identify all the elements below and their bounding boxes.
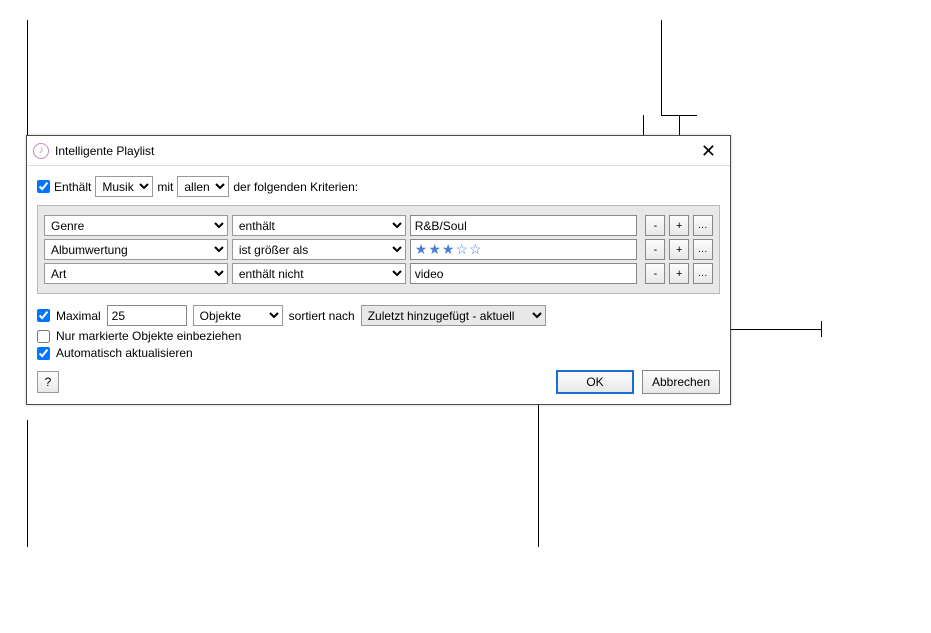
star-icon: ★: [428, 241, 441, 258]
remove-rule-button[interactable]: -: [645, 239, 665, 260]
live-update-row: Automatisch aktualisieren: [37, 346, 720, 360]
rule-operator-select[interactable]: enthält nicht: [232, 263, 406, 284]
media-type-select[interactable]: Musik: [95, 176, 153, 197]
match-joiner: mit: [157, 180, 173, 194]
cancel-button[interactable]: Abbrechen: [642, 370, 720, 394]
callout-line: [821, 321, 822, 337]
close-button[interactable]: ✕: [695, 140, 722, 162]
limit-row: Maximal Objekte sortiert nach Zuletzt hi…: [37, 305, 720, 326]
only-checked-checkbox[interactable]: [37, 330, 50, 343]
rule-field-select[interactable]: Genre: [44, 215, 228, 236]
star-icon: ★: [415, 241, 428, 258]
only-checked-row: Nur markierte Objekte einbeziehen: [37, 329, 720, 343]
rule-rating-input[interactable]: ★ ★ ★ ☆ ☆: [410, 239, 638, 260]
live-update-label: Automatisch aktualisieren: [56, 346, 193, 360]
rules-container: Genre enthält - + … Albumwertung: [37, 205, 720, 294]
match-checkbox[interactable]: [37, 180, 50, 193]
rule-more-button[interactable]: …: [693, 215, 713, 236]
remove-rule-button[interactable]: -: [645, 215, 665, 236]
limit-checkbox[interactable]: [37, 309, 50, 322]
app-icon: ♪: [33, 143, 49, 159]
rule-row: Albumwertung ist größer als ★ ★ ★ ☆ ☆ - …: [44, 239, 713, 260]
sort-by-select[interactable]: Zuletzt hinzugefügt - aktuell: [361, 305, 546, 326]
rule-more-button[interactable]: …: [693, 263, 713, 284]
rule-field-select[interactable]: Art: [44, 263, 228, 284]
rule-row: Art enthält nicht - + …: [44, 263, 713, 284]
rule-field-select[interactable]: Albumwertung: [44, 239, 228, 260]
rule-operator-select[interactable]: ist größer als: [232, 239, 406, 260]
dialog-buttons: ? OK Abbrechen: [37, 370, 720, 394]
limit-units-select[interactable]: Objekte: [193, 305, 283, 326]
limit-label: Maximal: [56, 309, 101, 323]
sort-label: sortiert nach: [289, 309, 355, 323]
dialog-title: Intelligente Playlist: [55, 144, 154, 158]
ok-button[interactable]: OK: [556, 370, 634, 394]
help-button[interactable]: ?: [37, 371, 59, 393]
rule-row: Genre enthält - + …: [44, 215, 713, 236]
rule-more-button[interactable]: …: [693, 239, 713, 260]
rule-value-input[interactable]: [410, 215, 638, 236]
match-suffix: der folgenden Kriterien:: [233, 180, 358, 194]
star-icon: ☆: [455, 241, 468, 258]
smart-playlist-dialog: ♪ Intelligente Playlist ✕ Enthält Musik …: [26, 135, 731, 405]
remove-rule-button[interactable]: -: [645, 263, 665, 284]
callout-line: [27, 420, 28, 547]
limit-value-input[interactable]: [107, 305, 187, 326]
callout-line: [661, 20, 662, 115]
live-update-checkbox[interactable]: [37, 347, 50, 360]
star-icon: ☆: [469, 241, 482, 258]
add-rule-button[interactable]: +: [669, 215, 689, 236]
match-mode-select[interactable]: allen: [177, 176, 229, 197]
only-checked-label: Nur markierte Objekte einbeziehen: [56, 329, 241, 343]
match-criteria-row: Enthält Musik mit allen der folgenden Kr…: [37, 174, 720, 205]
match-label: Enthält: [54, 180, 91, 194]
star-icon: ★: [442, 241, 455, 258]
rule-value-input[interactable]: [410, 263, 638, 284]
titlebar: ♪ Intelligente Playlist ✕: [27, 136, 730, 166]
rule-operator-select[interactable]: enthält: [232, 215, 406, 236]
add-rule-button[interactable]: +: [669, 239, 689, 260]
add-rule-button[interactable]: +: [669, 263, 689, 284]
